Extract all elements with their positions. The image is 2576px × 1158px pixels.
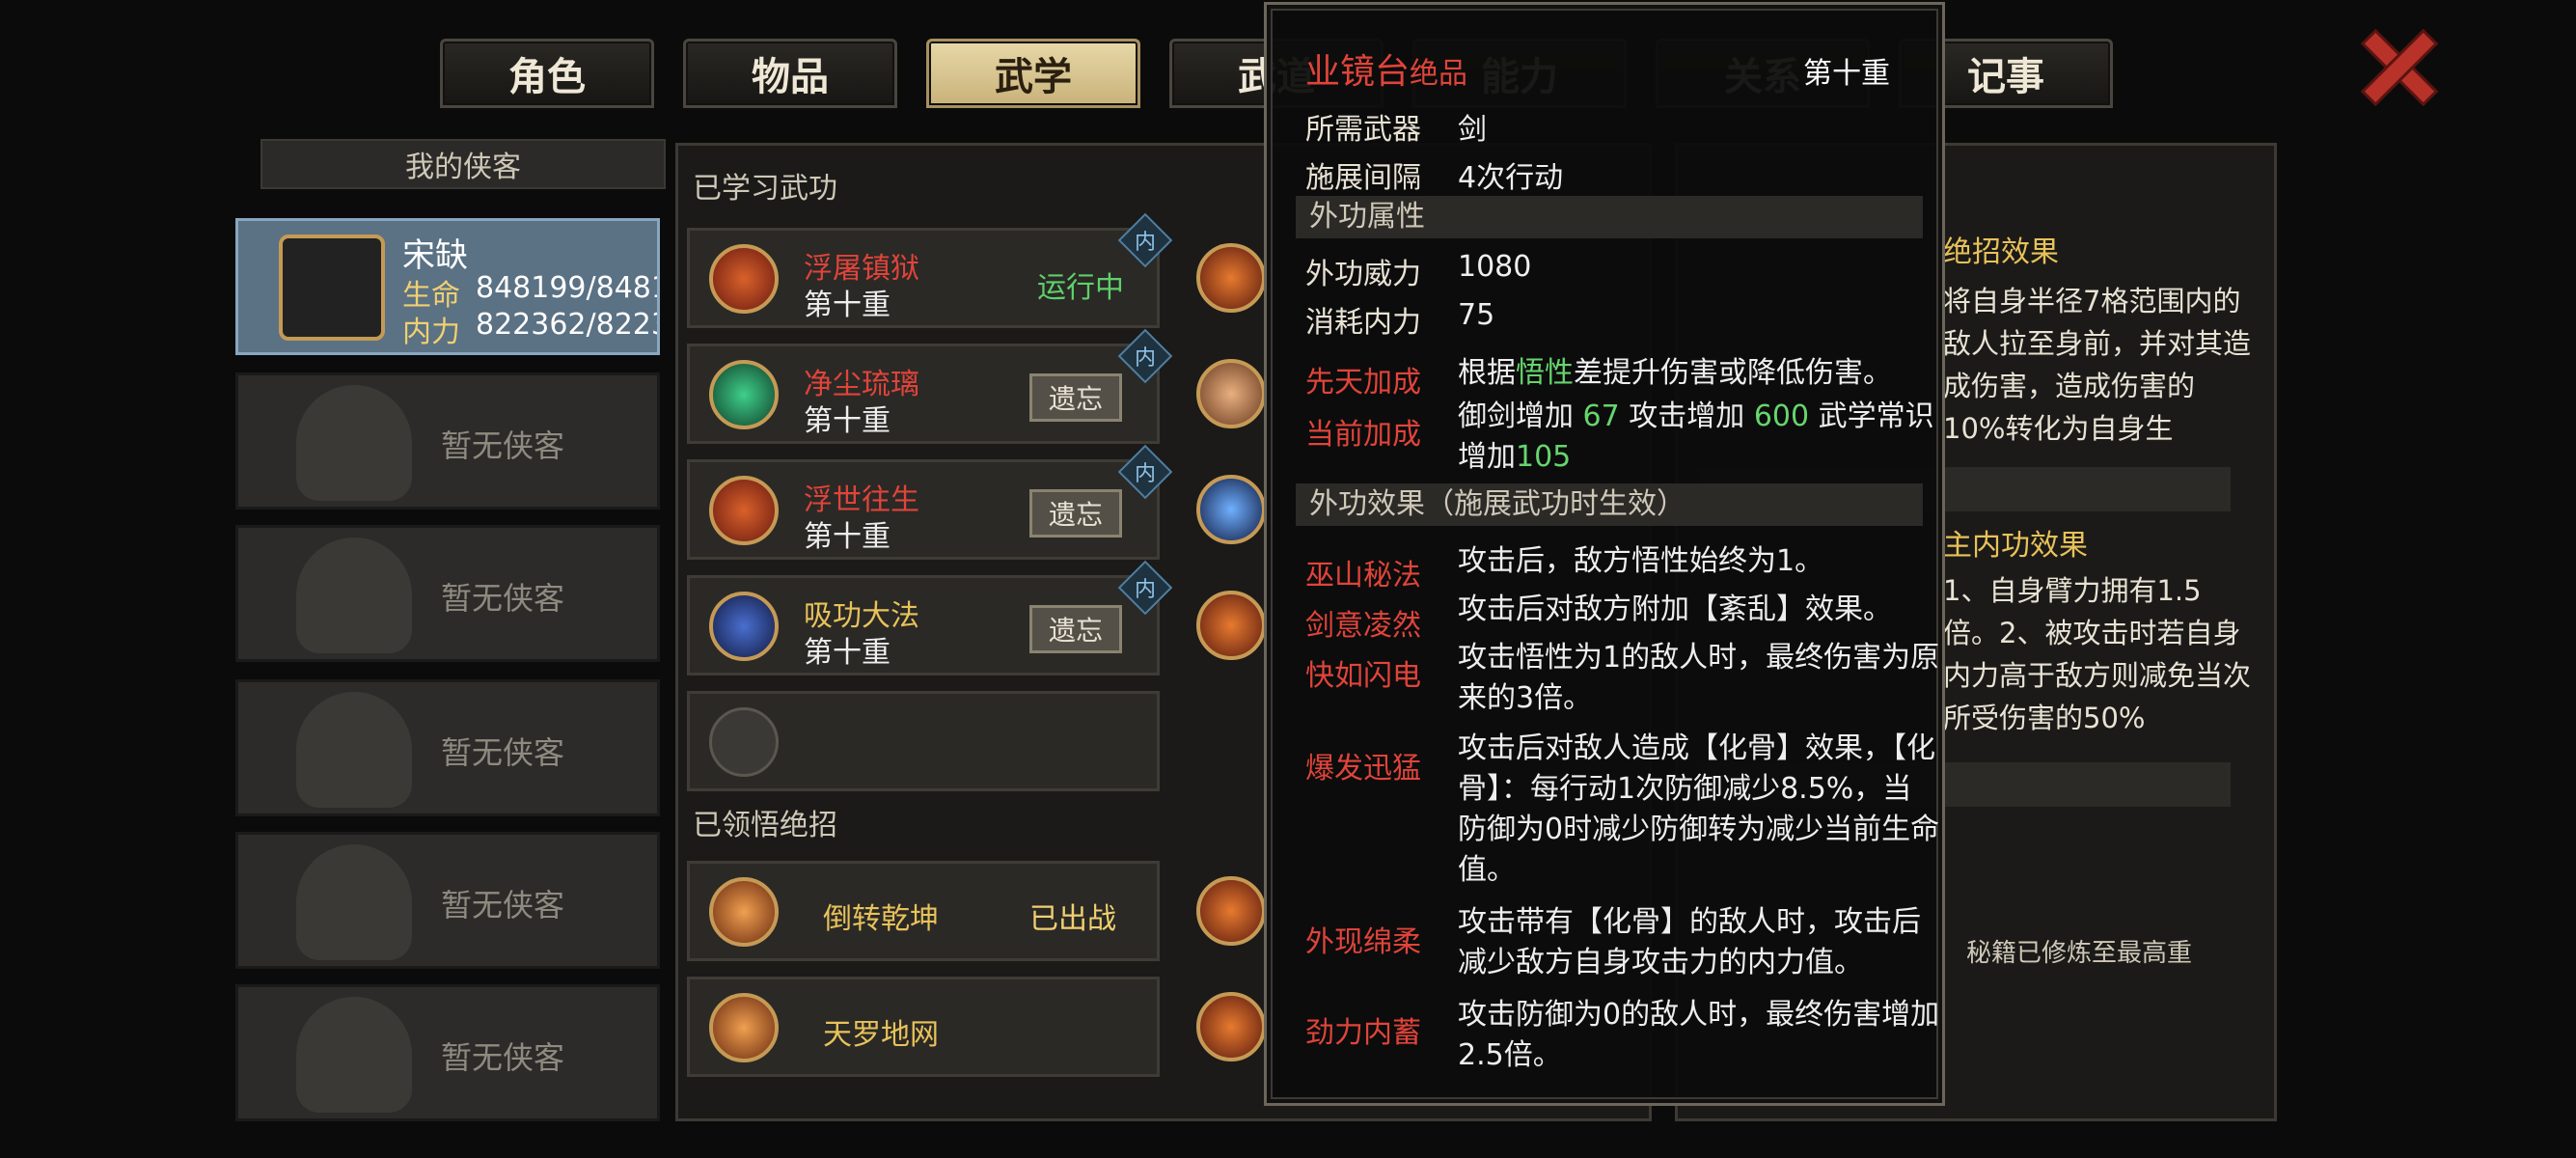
effect-text: 攻击后，敌方悟性始终为1。 — [1458, 544, 1824, 578]
skill-slot[interactable]: 浮世往生 第十重 遗忘 内 — [687, 444, 1173, 560]
skill-icon — [709, 244, 779, 314]
close-icon[interactable] — [2354, 21, 2443, 110]
power-value: 1080 — [1458, 250, 1532, 284]
ultimate-icon — [709, 993, 779, 1062]
effect-name: 巫山秘法 — [1305, 559, 1421, 593]
roster-header: 我的侠客 — [260, 139, 666, 189]
forget-button[interactable]: 遗忘 — [1029, 489, 1122, 538]
power-label: 外功威力 — [1305, 258, 1421, 291]
status-running: 运行中 — [1037, 271, 1124, 305]
skill-icon — [1196, 591, 1266, 660]
silhouette-icon — [296, 692, 412, 808]
tooltip-title: 业镜台绝品 — [1305, 52, 1468, 92]
silhouette-icon — [296, 538, 412, 653]
effect-name: 剑意凌然 — [1305, 609, 1421, 643]
character-card-empty[interactable]: 暂无侠客 — [235, 372, 660, 510]
ultimate-icon — [709, 877, 779, 947]
ultimate-icon — [1196, 876, 1266, 946]
deployed-status: 已出战 — [1029, 902, 1116, 936]
tooltip-level: 第十重 — [1803, 57, 1890, 91]
character-card-selected[interactable]: 宋缺 生命 848199/848199 内力 822362/822362 — [235, 218, 660, 355]
effect-text: 攻击后对敌方附加【紊乱】效果。 — [1458, 593, 1892, 626]
effect-text: 攻击悟性为1的敌人时，最终伤害为原来的3倍。 — [1458, 641, 1940, 715]
skill-icon — [709, 360, 779, 429]
silhouette-icon — [296, 385, 412, 501]
weapon-value: 剑 — [1458, 113, 1487, 147]
effect-text: 攻击后对敌人造成【化骨】效果，【化骨】：每行动1次防御减少8.5%，当防御为0时… — [1458, 731, 1940, 887]
skill-icon — [1196, 359, 1266, 428]
forget-button[interactable]: 遗忘 — [1029, 373, 1122, 422]
avatar — [279, 234, 385, 341]
effect-band: 外功效果（施展武功时生效） — [1296, 483, 1923, 526]
effect-name: 劲力内蓄 — [1305, 1016, 1421, 1050]
character-card-empty[interactable]: 暂无侠客 — [235, 679, 660, 816]
skill-slot[interactable]: 浮屠镇狱 第十重 运行中 内 — [687, 212, 1173, 328]
ultimate-effect-title: 绝招效果 — [1943, 235, 2059, 269]
hp-value: 848199/848199 — [476, 271, 657, 305]
skill-icon — [709, 592, 779, 661]
character-card-empty[interactable]: 暂无侠客 — [235, 832, 660, 969]
mp-value: 822362/822362 — [476, 308, 657, 342]
skill-tooltip: 业镜台绝品 第十重 所需武器 剑 施展间隔 4次行动 外功属性 外功威力 108… — [1264, 2, 1945, 1106]
skill-icon — [1196, 475, 1266, 544]
attr-band: 外功属性 — [1296, 196, 1923, 238]
skill-icon — [709, 476, 779, 545]
effect-text: 攻击防御为0的敌人时，最终伤害增加2.5倍。 — [1458, 998, 1940, 1072]
cost-value: 75 — [1458, 298, 1495, 332]
silhouette-icon — [296, 844, 412, 960]
tab-character[interactable]: 角色 — [440, 39, 654, 108]
mp-label: 内力 — [402, 316, 460, 349]
effect-name: 爆发迅猛 — [1305, 752, 1421, 786]
tab-items[interactable]: 物品 — [683, 39, 897, 108]
learned-title: 已学习武功 — [693, 172, 837, 206]
current-label: 当前加成 — [1305, 418, 1421, 452]
character-name: 宋缺 — [402, 236, 468, 275]
silhouette-icon — [296, 997, 412, 1113]
effect-name: 快如闪电 — [1305, 659, 1421, 693]
inner-effect-text: 1、自身臂力拥有1.5倍。2、被攻击时若自身内力高于敌方则减免当次所受伤害的50… — [1943, 574, 2252, 734]
interval-value: 4次行动 — [1458, 161, 1564, 195]
character-card-empty[interactable]: 暂无侠客 — [235, 525, 660, 662]
effect-text: 攻击带有【化骨】的敌人时，攻击后减少敌方自身攻击力的内力值。 — [1458, 905, 1921, 979]
ultimate-slot[interactable]: 倒转乾坤 已出战 — [687, 861, 1160, 961]
skill-slot-empty[interactable] — [687, 691, 1160, 791]
ultimate-effect-text: 将自身半径7格范围内的敌人拉至身前，并对其造成伤害，造成伤害的10%转化为自身生 — [1943, 285, 2252, 445]
forget-button[interactable]: 遗忘 — [1029, 605, 1122, 653]
weapon-label: 所需武器 — [1305, 113, 1421, 147]
maxed-text: 秘籍已修炼至最高重 — [1966, 939, 2193, 968]
current-value: 御剑增加 67 攻击增加 600 武学常识增加105 — [1458, 400, 1934, 474]
character-card-empty[interactable]: 暂无侠客 — [235, 984, 660, 1121]
innate-value: 根据悟性差提升伤害或降低伤害。 — [1458, 356, 1892, 390]
tab-martial-arts[interactable]: 武学 — [926, 39, 1140, 108]
ultimate-slot[interactable]: 天罗地网 — [687, 977, 1160, 1077]
skill-icon — [1196, 243, 1266, 313]
skill-slot[interactable]: 吸功大法 第十重 遗忘 内 — [687, 560, 1173, 676]
skill-slot[interactable]: 净尘琉璃 第十重 遗忘 内 — [687, 328, 1173, 444]
empty-slot-icon — [709, 707, 779, 777]
effect-name: 外现绵柔 — [1305, 925, 1421, 959]
ultimate-icon — [1196, 992, 1266, 1062]
interval-label: 施展间隔 — [1305, 161, 1421, 195]
inner-effect-title: 主内功效果 — [1943, 529, 2088, 563]
innate-label: 先天加成 — [1305, 366, 1421, 400]
cost-label: 消耗内力 — [1305, 306, 1421, 340]
ultimates-title: 已领悟绝招 — [693, 809, 837, 842]
